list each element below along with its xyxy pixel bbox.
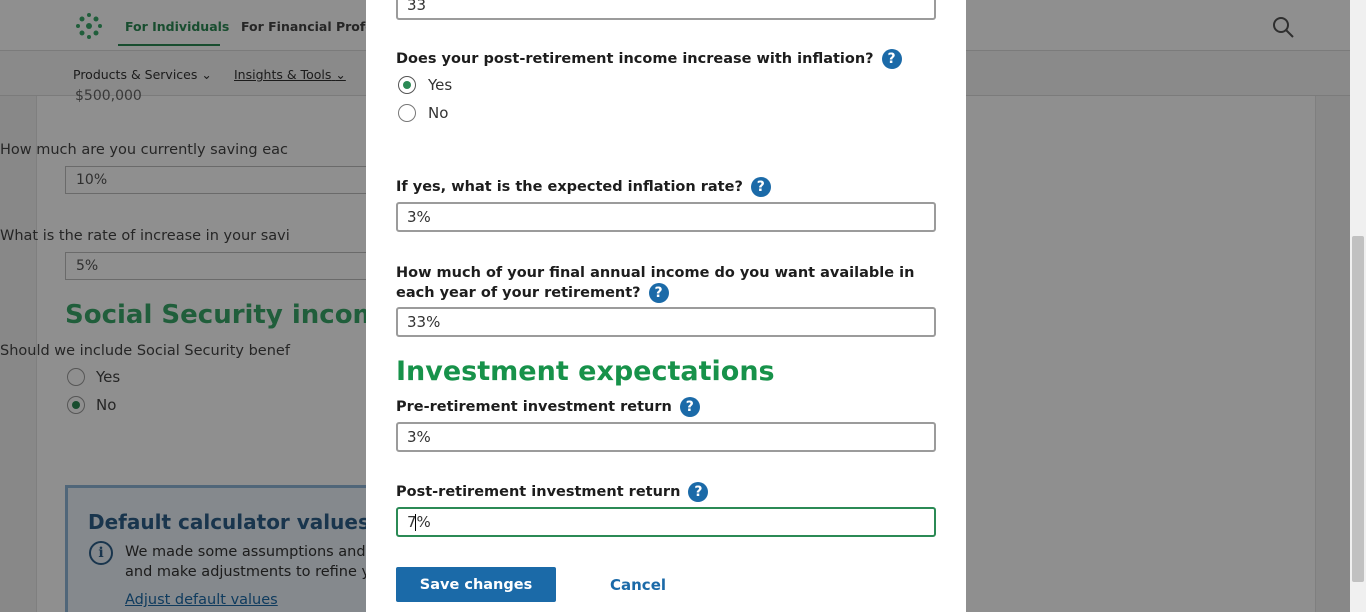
help-icon[interactable]: ? (750, 177, 771, 197)
pre-retirement-return-label: Pre-retirement investment return? (396, 397, 700, 417)
help-icon[interactable]: ? (648, 283, 669, 303)
inflation-radio-yes-label: Yes (428, 76, 453, 94)
help-icon[interactable]: ? (679, 397, 700, 417)
inflation-radio-yes[interactable] (398, 76, 416, 94)
final-income-input[interactable] (396, 307, 936, 337)
scrollbar-thumb[interactable] (1352, 236, 1364, 582)
post-retirement-return-input[interactable] (396, 507, 936, 537)
save-changes-button[interactable]: Save changes (396, 567, 556, 602)
help-icon[interactable]: ? (688, 482, 709, 502)
cancel-button[interactable]: Cancel (610, 576, 666, 594)
investment-expectations-heading: Investment expectations (396, 356, 775, 387)
pre-retirement-return-input[interactable] (396, 422, 936, 452)
final-income-label: How much of your final annual income do … (396, 265, 915, 303)
post-retirement-return-label: Post-retirement investment return? (396, 482, 709, 502)
inflation-rate-input[interactable] (396, 202, 936, 232)
help-icon[interactable]: ? (881, 49, 902, 69)
inflation-radio-no-label: No (428, 104, 449, 122)
text-caret (415, 514, 416, 531)
inflation-question-label: Does your post-retirement income increas… (396, 49, 902, 69)
inflation-radio-no[interactable] (398, 104, 416, 122)
inflation-rate-label: If yes, what is the expected inflation r… (396, 177, 771, 197)
top-field-input[interactable] (396, 0, 936, 20)
